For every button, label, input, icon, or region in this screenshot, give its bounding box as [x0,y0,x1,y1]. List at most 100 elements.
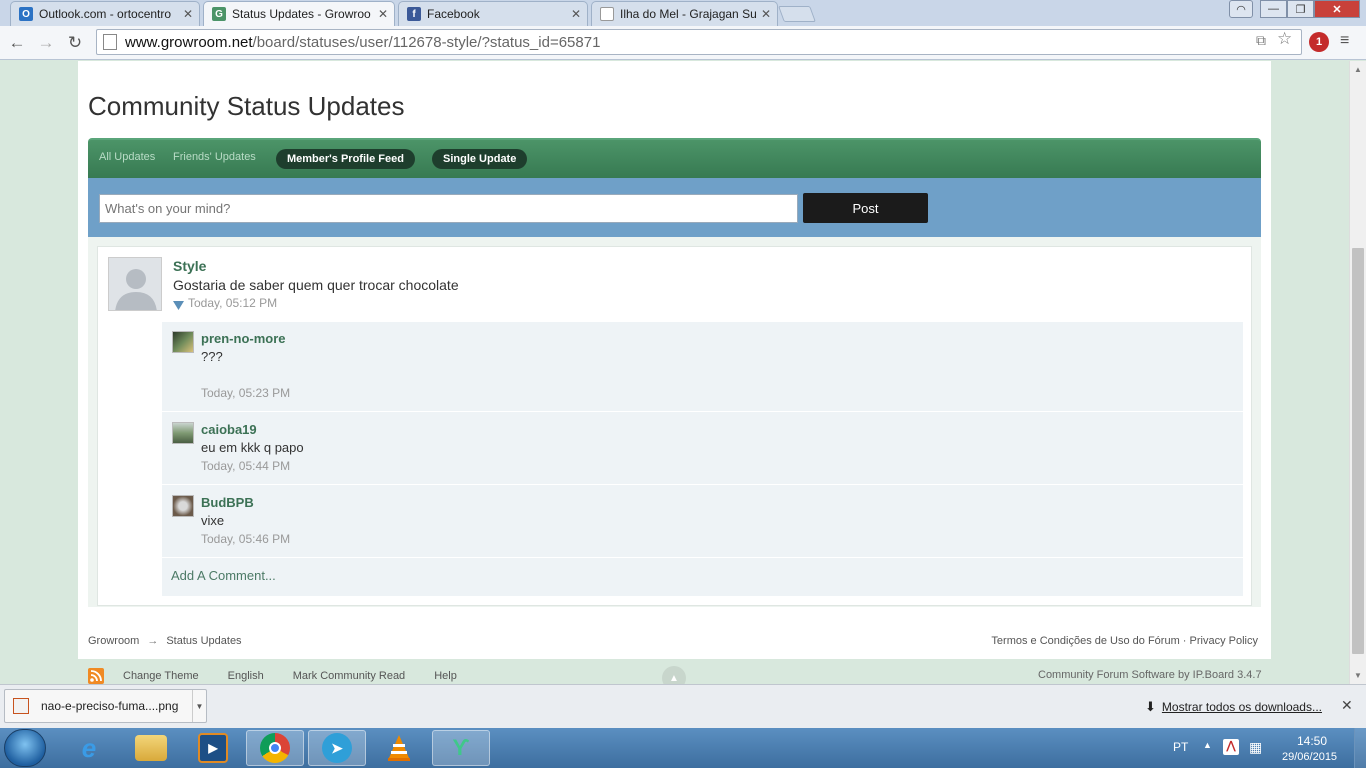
tab-outlook[interactable]: O Outlook.com - ortocentro ✕ [10,1,200,26]
close-tab-icon[interactable]: ✕ [571,7,581,21]
menu-icon[interactable]: ≡ [1340,32,1349,50]
comment-author[interactable]: caioba19 [201,422,257,437]
chevron-down-icon[interactable]: ▼ [192,690,206,722]
taskbar-ie[interactable]: e [60,730,118,766]
add-comment-link[interactable]: Add A Comment... [171,568,276,583]
profile-icon[interactable]: ◠ [1229,0,1253,18]
tab-all-updates[interactable]: All Updates [99,151,155,163]
internet-explorer-icon: e [81,732,97,763]
close-tab-icon[interactable]: ✕ [761,7,771,21]
start-button[interactable] [4,729,46,767]
download-icon: ⬇ [1145,699,1156,714]
page-icon [103,34,117,50]
close-tab-icon[interactable]: ✕ [378,7,388,21]
comment-time: Today, 05:44 PM [201,459,291,473]
chrome-icon [260,733,290,763]
bookmark-star-icon[interactable]: ☆ [1277,29,1292,49]
show-desktop-button[interactable] [1354,728,1366,768]
language-indicator[interactable]: PT [1173,740,1188,754]
taskbar-explorer[interactable] [122,730,180,766]
taskbar-chrome[interactable] [246,730,304,766]
status-meta: Today, 05:12 PM [173,296,277,310]
tab-title: Status Updates - Growroo [232,7,371,21]
comment-item: BudBPB vixe Today, 05:46 PM [162,485,1243,558]
translate-icon[interactable]: ⧉ [1256,32,1266,49]
url-path: /board/statuses/user/112678-style/?statu… [252,33,601,51]
network-icon[interactable]: ▦ [1249,739,1262,756]
maximize-button[interactable]: ❐ [1287,0,1314,18]
telegram-icon: ➤ [322,733,352,763]
show-all-downloads-link[interactable]: Mostrar todos os downloads... [1162,700,1322,714]
post-button[interactable]: Post [803,193,928,223]
expand-arrow-icon[interactable] [173,300,184,311]
tab-title: Ilha do Mel - Grajagan Sur [620,7,757,21]
taskbar-telegram[interactable]: ➤ [308,730,366,766]
status-filter-bar: All Updates Friends' Updates Member's Pr… [88,138,1261,178]
address-bar[interactable]: www.growroom.net/board/statuses/user/112… [96,29,1302,55]
clock-date[interactable]: 29/06/2015 [1282,751,1337,763]
show-all-downloads[interactable]: ⬇ Mostrar todos os downloads... [1145,699,1322,715]
rss-icon[interactable] [88,668,104,684]
privacy-policy-link[interactable]: Privacy Policy [1190,635,1258,647]
comment-item: caioba19 eu em kkk q papo Today, 05:44 P… [162,412,1243,485]
close-tab-icon[interactable]: ✕ [183,7,193,21]
breadcrumb-arrow: → [147,635,159,647]
mark-community-read-link[interactable]: Mark Community Read [293,670,405,682]
status-author[interactable]: Style [173,258,206,274]
taskbar-vlc[interactable] [370,730,428,766]
scroll-top-icon[interactable]: ▲ [662,666,686,684]
growroom-icon: G [212,7,226,21]
status-input[interactable] [99,194,798,223]
tab-member-profile-feed[interactable]: Member's Profile Feed [276,149,415,169]
taskbar-media-player[interactable]: ▶ [184,730,242,766]
new-tab-button[interactable] [778,6,816,22]
comment-time: Today, 05:23 PM [201,386,291,400]
language-link[interactable]: English [228,670,264,682]
browser-title-bar: O Outlook.com - ortocentro ✕ G Status Up… [0,0,1366,26]
tab-friends-updates[interactable]: Friends' Updates [173,151,256,163]
status-time: Today, 05:12 PM [188,296,278,310]
powered-by[interactable]: Community Forum Software by IP.Board 3.4… [1038,669,1262,681]
close-window-button[interactable]: ✕ [1314,0,1360,18]
scroll-down-icon[interactable]: ▼ [1354,671,1362,680]
bird-app-icon: ϒ [452,735,470,760]
facebook-icon: f [407,7,421,21]
help-link[interactable]: Help [434,670,457,682]
comment-text: eu em kkk q papo [201,440,304,455]
breadcrumb-current[interactable]: Status Updates [166,635,241,647]
forward-icon[interactable]: → [35,32,57,54]
avatar[interactable] [108,257,162,311]
avatar[interactable] [172,495,194,517]
content-container: Community Status Updates All Updates Fri… [78,61,1271,659]
extension-icon[interactable]: 1 [1309,32,1329,52]
status-composer: Post [88,178,1261,237]
minimize-button[interactable]: — [1260,0,1287,18]
back-icon[interactable]: ← [6,32,28,54]
tab-facebook[interactable]: f Facebook ✕ [398,1,588,26]
tray-expand-icon[interactable]: ▲ [1203,740,1212,750]
scroll-up-icon[interactable]: ▲ [1354,65,1362,74]
download-filename: nao-e-preciso-fuma....png [41,699,179,713]
comment-text: ??? [201,349,223,364]
tab-ilha-do-mel[interactable]: Ilha do Mel - Grajagan Sur ✕ [591,1,778,26]
comment-author[interactable]: BudBPB [201,495,254,510]
antivirus-icon[interactable]: ⋀ [1223,739,1239,755]
terms-link[interactable]: Termos e Condições de Uso do Fórum [991,635,1179,647]
download-item[interactable]: nao-e-preciso-fuma....png ▼ [4,689,207,723]
avatar[interactable] [172,422,194,444]
breadcrumb-home[interactable]: Growroom [88,635,139,647]
close-icon[interactable]: ✕ [1341,697,1353,714]
browser-toolbar: ← → ↻ www.growroom.net/board/statuses/us… [0,26,1366,60]
change-theme-link[interactable]: Change Theme [123,670,199,682]
page-scrollbar[interactable]: ▲ ▼ [1349,61,1366,684]
scroll-thumb[interactable] [1352,248,1364,654]
comment-text: vixe [201,513,225,528]
taskbar-app[interactable]: ϒ [432,730,490,766]
clock-time[interactable]: 14:50 [1297,734,1327,748]
tab-single-update[interactable]: Single Update [432,149,528,169]
image-file-icon [13,698,29,714]
comment-author[interactable]: pren-no-more [201,331,286,346]
avatar[interactable] [172,331,194,353]
reload-icon[interactable]: ↻ [64,32,86,54]
tab-status-updates[interactable]: G Status Updates - Growroo ✕ [203,1,395,26]
